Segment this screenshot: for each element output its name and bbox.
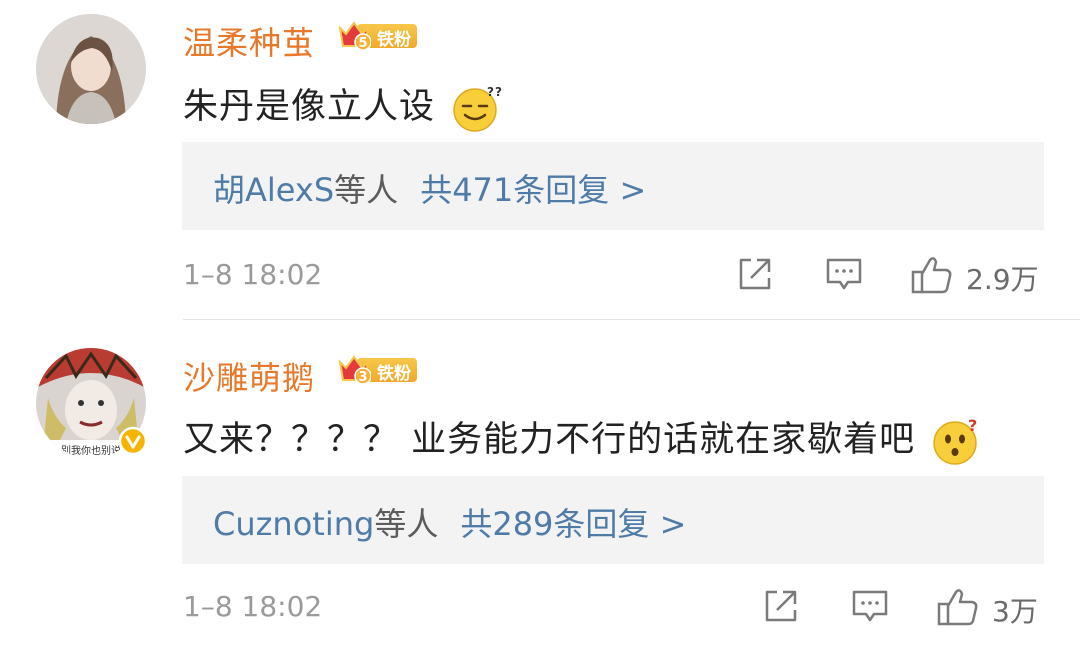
comment-item: 别我你也别说 沙雕萌鹅 铁粉 3 又来？？？？ 业务能力不行的话就在家歇着吧 ?… [0, 320, 1080, 647]
comment-footer: 1–8 18:02 3万 [0, 582, 1080, 632]
reply-button[interactable] [824, 254, 864, 296]
replies-summary[interactable]: 胡AlexS等人 共471条回复 > [182, 142, 1044, 230]
fan-badge: 铁粉 3 [337, 352, 417, 386]
comment-footer: 1–8 18:02 2.9万 [0, 250, 1080, 300]
reply-count[interactable]: 共471条回复 > [420, 171, 646, 209]
share-icon [739, 258, 771, 290]
svg-text:???: ??? [487, 85, 503, 99]
replies-link[interactable]: 胡AlexS等人 共471条回复 > [213, 165, 646, 211]
svg-text:别我你也别说: 别我你也别说 [61, 444, 121, 457]
replies-summary[interactable]: Cuznoting等人 共289条回复 > [182, 476, 1044, 564]
comment-item: 温柔种茧 铁粉 5 朱丹是像立人设 ??? 胡AlexS等人共471条回复 > … [0, 0, 1080, 320]
reply-button[interactable] [850, 586, 890, 628]
svg-text:3: 3 [358, 370, 367, 385]
fan-badge-label: 铁粉 [377, 364, 411, 384]
share-button[interactable] [761, 586, 801, 628]
username[interactable]: 温柔种茧 [183, 18, 315, 64]
reply-count[interactable]: 共289条回复 > [460, 505, 686, 543]
comment-text: 又来？？？？ 业务能力不行的话就在家歇着吧 ? [183, 411, 983, 467]
comment-text-body: 又来？？？？ 业务能力不行的话就在家歇着吧 [183, 420, 916, 460]
reply-suffix: 等人 [334, 171, 399, 209]
like-count: 2.9万 [966, 263, 1039, 296]
fan-badge: 铁粉 5 [337, 18, 417, 52]
fan-badge-label: 铁粉 [377, 30, 411, 50]
comment-text: 朱丹是像立人设 ??? [183, 78, 503, 134]
comment-icon [826, 258, 862, 290]
like-button[interactable]: 2.9万 [910, 254, 1039, 296]
svg-text:5: 5 [358, 36, 367, 51]
thumbs-up-icon [911, 257, 952, 294]
verified-badge-icon [118, 426, 148, 456]
reply-names[interactable]: 胡AlexS [213, 171, 334, 209]
avatar[interactable] [36, 14, 146, 124]
like-count: 3万 [992, 595, 1038, 628]
comment-text-body: 朱丹是像立人设 [183, 87, 436, 127]
crown-icon: 3 [338, 355, 371, 385]
reply-names[interactable]: Cuznoting [213, 505, 374, 543]
reply-suffix: 等人 [374, 505, 439, 543]
like-button[interactable]: 3万 [936, 586, 1038, 628]
share-button[interactable] [735, 254, 775, 296]
comment-icon [852, 590, 888, 622]
share-icon [765, 590, 797, 622]
sweat-smile-emoji-icon: ??? [453, 85, 503, 132]
crown-icon: 5 [338, 21, 371, 51]
confused-emoji-icon: ? [933, 416, 978, 465]
svg-text:?: ? [968, 416, 978, 435]
avatar-image [36, 14, 146, 124]
timestamp: 1–8 18:02 [183, 590, 323, 623]
thumbs-up-icon [937, 589, 978, 626]
timestamp: 1–8 18:02 [183, 258, 323, 291]
username[interactable]: 沙雕萌鹅 [183, 353, 315, 399]
replies-link[interactable]: Cuznoting等人 共289条回复 > [213, 499, 686, 545]
